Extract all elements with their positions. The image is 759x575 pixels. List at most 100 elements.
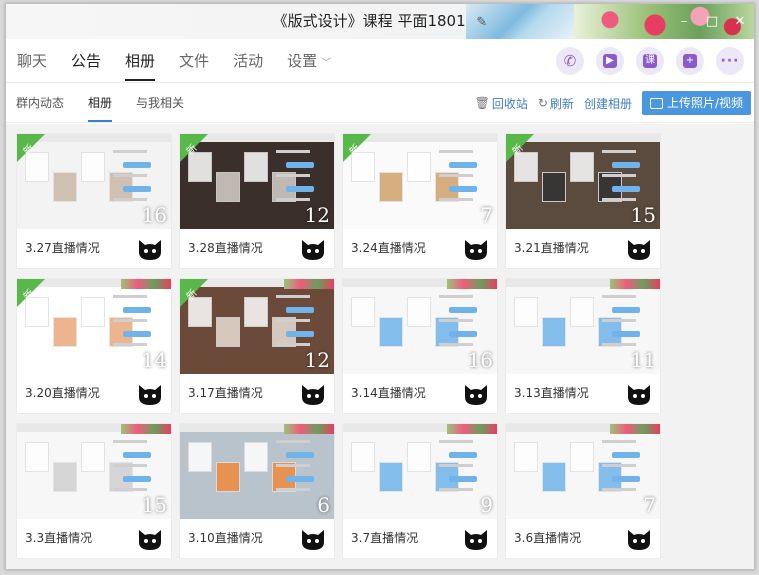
thumbnail-flower-banner [284, 279, 334, 289]
album-thumbnail: 新 16 [17, 134, 171, 229]
thumbnail-line [439, 343, 473, 346]
thumbnail-line [602, 464, 636, 467]
thumbnail-panel [514, 297, 538, 327]
minimize-icon[interactable]: – [676, 14, 692, 30]
thumbnail-line [123, 331, 151, 337]
thumbnail-line [286, 476, 314, 482]
thumbnail-line [286, 307, 314, 313]
subtab-related[interactable]: 与我相关 [136, 83, 184, 123]
thumbnail-line [113, 150, 147, 153]
album-card[interactable]: 7 3.6直播情况 [506, 424, 660, 558]
thumbnail-panel [407, 442, 431, 472]
album-caption: 3.14直播情况 [351, 386, 426, 400]
photo-count: 12 [304, 203, 330, 227]
maximize-icon[interactable]: □ [704, 14, 720, 30]
add-app-button[interactable]: + [676, 47, 704, 75]
close-icon[interactable]: ✕ [732, 14, 748, 30]
tab-settings[interactable]: 设置 ﹀ [287, 39, 331, 83]
thumbnail-line [123, 476, 151, 482]
black-cat-avatar-icon [465, 385, 487, 405]
phone-button[interactable]: ✆ [556, 47, 584, 75]
album-caption: 3.27直播情况 [25, 241, 100, 255]
image-upload-icon [649, 97, 663, 109]
main-tabs: 聊天 公告 相册 文件 活动 设置 ﹀ ✆ ▶ 课 + ··· [6, 39, 754, 83]
thumbnail-line [113, 464, 147, 467]
album-card[interactable]: 新 16 3.27直播情况 [17, 134, 171, 268]
photo-count: 11 [630, 348, 656, 372]
thumbnail-line [449, 162, 477, 168]
thumbnail-line [602, 198, 636, 201]
tab-announcement[interactable]: 公告 [71, 39, 101, 83]
album-thumbnail: 新 12 [180, 134, 334, 229]
photo-count: 14 [141, 348, 167, 372]
thumbnail-panel [542, 172, 566, 202]
album-card[interactable]: 11 3.13直播情况 [506, 279, 660, 413]
black-cat-avatar-icon [628, 530, 650, 550]
album-thumbnail: 6 [180, 424, 334, 519]
album-caption: 3.10直播情况 [188, 531, 263, 545]
subtab-group-news[interactable]: 群内动态 [16, 83, 64, 123]
album-thumbnail: 7 [506, 424, 660, 519]
create-album-link[interactable]: 创建相册 [584, 95, 632, 112]
thumbnail-line [439, 295, 473, 298]
lesson-icon: 课 [643, 54, 657, 68]
album-caption: 3.28直播情况 [188, 241, 263, 255]
thumbnail-line [276, 150, 310, 153]
thumbnail-panel [81, 152, 105, 182]
thumbnail-line [612, 307, 640, 313]
upload-button[interactable]: 上传照片/视频 [641, 91, 751, 115]
thumbnail-line [449, 307, 477, 313]
album-card[interactable]: 6 3.10直播情况 [180, 424, 334, 558]
thumbnail-panel [570, 152, 594, 182]
more-button[interactable]: ··· [716, 47, 744, 75]
edit-pencil-icon[interactable]: ✎ [476, 5, 487, 40]
thumbnail-panel [216, 317, 240, 347]
thumbnail-panel [570, 297, 594, 327]
tab-settings-label: 设置 [287, 51, 318, 70]
tab-activity[interactable]: 活动 [233, 39, 263, 83]
thumbnail-line [276, 343, 310, 346]
thumbnail-flower-banner [447, 279, 497, 289]
album-card[interactable]: 16 3.14直播情况 [343, 279, 497, 413]
black-cat-avatar-icon [302, 240, 324, 260]
photo-count: 16 [467, 348, 493, 372]
phone-icon: ✆ [563, 52, 577, 70]
subtab-album[interactable]: 相册 [88, 83, 113, 123]
tab-files[interactable]: 文件 [179, 39, 209, 83]
album-card[interactable]: 15 3.3直播情况 [17, 424, 171, 558]
thumbnail-line [439, 488, 473, 491]
video-button[interactable]: ▶ [596, 47, 624, 75]
refresh-link[interactable]: ↻ 刷新 [538, 95, 574, 112]
recycle-bin-link[interactable]: 🗑 回收站 [475, 95, 528, 112]
lesson-button[interactable]: 课 [636, 47, 664, 75]
thumbnail-line [276, 488, 310, 491]
thumbnail-line [276, 440, 310, 443]
album-thumbnail: 16 [343, 279, 497, 374]
album-card[interactable]: 9 3.7直播情况 [343, 424, 497, 558]
thumbnail-line [602, 343, 636, 346]
thumbnail-line [449, 186, 477, 192]
album-card[interactable]: 新 12 3.17直播情况 [180, 279, 334, 413]
thumbnail-line [602, 295, 636, 298]
thumbnail-panel [53, 317, 77, 347]
black-cat-avatar-icon [139, 385, 161, 405]
thumbnail-line [449, 331, 477, 337]
album-card[interactable]: 新 15 3.21直播情况 [506, 134, 660, 268]
photo-count: 15 [630, 203, 656, 227]
album-card[interactable]: 新 14 3.20直播情况 [17, 279, 171, 413]
album-caption: 3.20直播情况 [25, 386, 100, 400]
thumbnail-line [113, 488, 147, 491]
album-caption: 3.3直播情况 [25, 531, 93, 545]
thumbnail-line [276, 198, 310, 201]
thumbnail-panel [216, 462, 240, 492]
album-card[interactable]: 新 12 3.28直播情况 [180, 134, 334, 268]
thumbnail-line [286, 186, 314, 192]
tab-chat[interactable]: 聊天 [17, 39, 47, 83]
album-caption: 3.13直播情况 [514, 386, 589, 400]
window-title: 《版式设计》课程 平面1801 ✎ [6, 4, 754, 39]
album-card[interactable]: 新 7 3.24直播情况 [343, 134, 497, 268]
tab-album[interactable]: 相册 [125, 39, 156, 83]
thumbnail-line [439, 440, 473, 443]
thumbnail-line [113, 343, 147, 346]
add-app-icon: + [683, 54, 697, 68]
